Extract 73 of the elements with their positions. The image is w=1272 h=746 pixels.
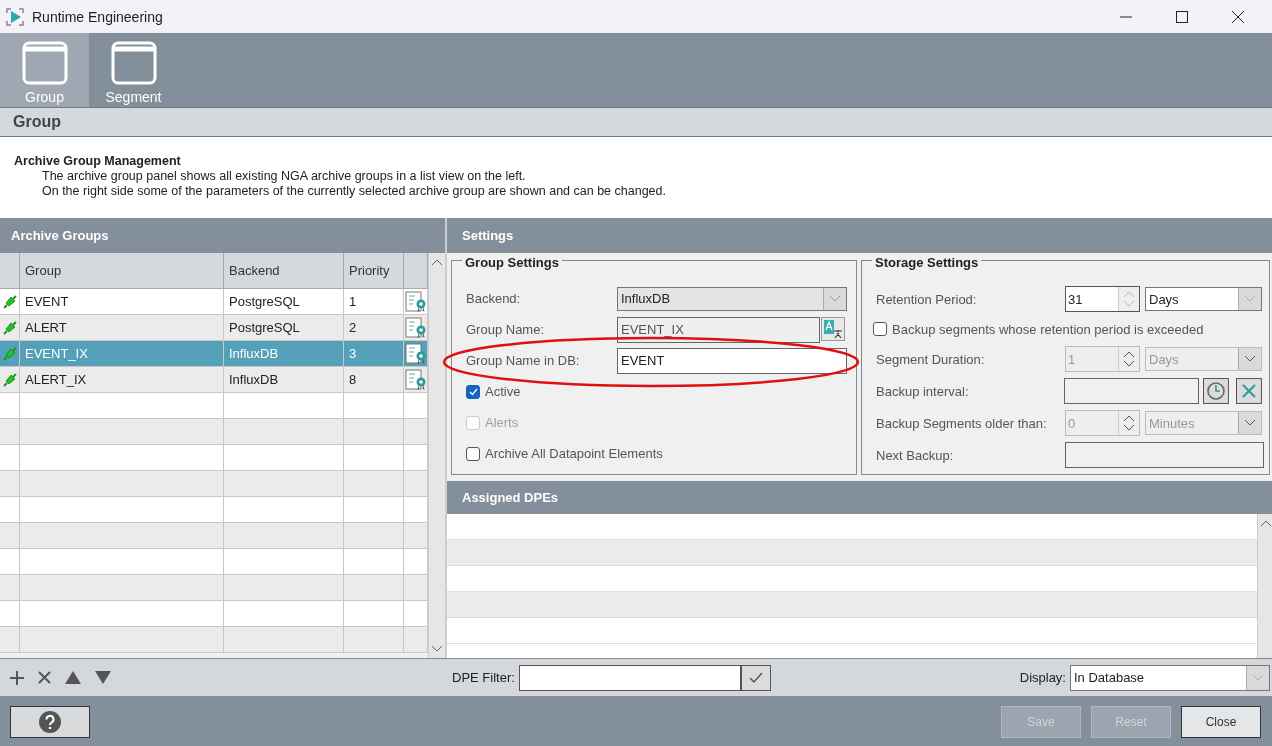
spin-box[interactable]: 31	[1065, 286, 1140, 312]
filter-input[interactable]	[518, 664, 741, 691]
caret-icon	[1252, 673, 1264, 682]
checkbox[interactable]	[466, 384, 480, 399]
scrollbar[interactable]	[1257, 514, 1272, 658]
caret-icon	[1244, 355, 1256, 363]
checkbox-label: Active	[485, 384, 521, 399]
field-label: Group Name:	[466, 322, 546, 337]
scroll-up-icon[interactable]	[431, 258, 443, 266]
table-row[interactable]: ALERT_IX InfluxDB 8	[0, 367, 428, 393]
panel-header: Assigned DPEs	[447, 481, 1272, 514]
window-title: Runtime Engineering	[32, 8, 163, 25]
table-row[interactable]: EVENT PostgreSQL 1	[0, 289, 428, 315]
help-icon	[39, 710, 61, 733]
scrollbar[interactable]	[428, 253, 445, 658]
field-label: Segment Duration:	[876, 351, 986, 367]
dialog-button[interactable]: Close	[1181, 705, 1261, 738]
unit-dropdown[interactable]: Days	[1145, 287, 1262, 311]
certificate-icon[interactable]	[405, 290, 427, 313]
certificate-icon[interactable]	[405, 316, 427, 339]
field-label: Backup Segments older than:	[876, 415, 1048, 431]
filter-label: DPE Filter:	[452, 670, 515, 685]
description-text: The archive group panel shows all existing NGA archive groups in a list view on the left.	[41, 169, 527, 184]
description-text: On the right side some of the parameters of the currently selected archive group are shown and can be changed.	[41, 184, 667, 199]
help-button[interactable]	[10, 705, 90, 738]
caret-icon	[1244, 295, 1256, 303]
field-label: Backend:	[466, 291, 522, 306]
input-field[interactable]: EVENT	[617, 347, 847, 374]
plug-icon	[2, 293, 18, 310]
checkbox-label: Backup segments whose retention period is exceeded	[892, 321, 1204, 337]
window-icon	[110, 41, 157, 85]
checkbox-label: Alerts	[485, 415, 519, 430]
panel-header: Archive Groups	[0, 218, 445, 253]
section-header: Group	[0, 107, 1272, 137]
move-up-icon[interactable]	[65, 671, 81, 684]
clock-icon[interactable]	[1203, 378, 1230, 404]
plug-icon	[2, 319, 18, 336]
plug-icon	[2, 345, 18, 362]
caret-icon	[1244, 419, 1256, 427]
checkbox[interactable]	[466, 446, 480, 461]
table-row[interactable]: ALERT PostgreSQL 2	[0, 315, 428, 341]
certificate-icon[interactable]	[405, 342, 427, 365]
window-icon	[21, 41, 68, 85]
checkbox-label: Archive All Datapoint Elements	[485, 446, 663, 461]
move-down-icon[interactable]	[95, 671, 111, 684]
field-label: Retention Period:	[876, 291, 978, 307]
panel-header: Settings	[447, 218, 1272, 253]
delete-icon[interactable]	[38, 671, 51, 684]
group-title: Storage Settings	[872, 255, 982, 270]
caret-icon	[829, 294, 841, 303]
checkbox[interactable]	[873, 322, 887, 336]
clear-icon[interactable]	[1236, 378, 1262, 404]
field-label: Backup interval:	[876, 383, 970, 399]
display-dropdown[interactable]: In Database	[1070, 664, 1270, 691]
translate-icon[interactable]	[821, 316, 845, 341]
group-title: Group Settings	[462, 255, 562, 270]
plug-icon	[2, 371, 18, 388]
maximize-icon[interactable]	[1176, 10, 1188, 23]
description-title: Archive Group Management	[14, 154, 182, 169]
input-field[interactable]	[1064, 378, 1200, 404]
certificate-icon[interactable]	[405, 368, 427, 391]
field-label: Next Backup:	[876, 447, 955, 463]
add-icon[interactable]	[10, 670, 24, 685]
backend-dropdown[interactable]: InfluxDB	[617, 286, 847, 311]
app-logo-icon	[6, 7, 24, 26]
scroll-up-icon[interactable]	[1260, 519, 1272, 527]
field-label: Group Name in DB:	[466, 353, 581, 368]
close-icon[interactable]	[1232, 10, 1244, 23]
input-field[interactable]: EVENT_IX	[617, 316, 820, 343]
checkmark-icon[interactable]	[740, 664, 771, 691]
display-label: Display:	[1019, 670, 1066, 685]
input-field[interactable]	[1065, 442, 1264, 468]
scroll-down-icon[interactable]	[431, 645, 443, 653]
